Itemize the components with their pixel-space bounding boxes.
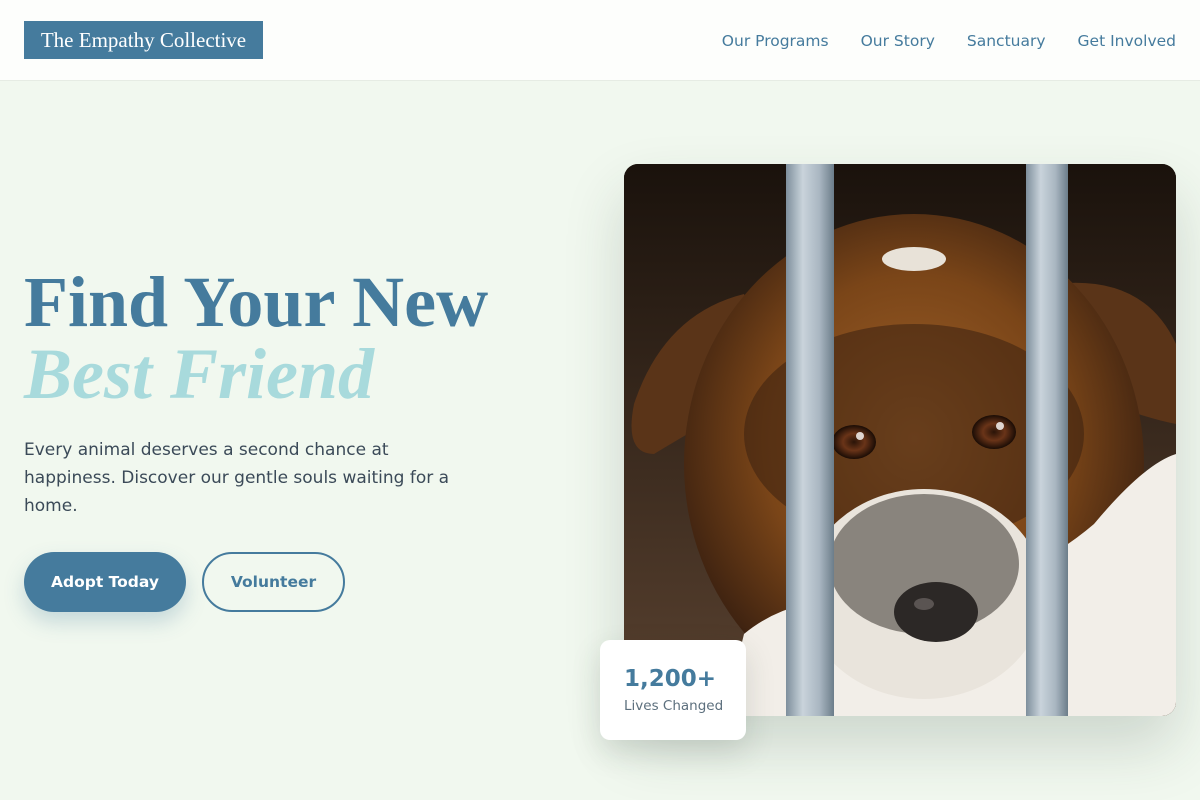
nav-link-sanctuary[interactable]: Sanctuary xyxy=(967,30,1046,52)
hero-description: Every animal deserves a second chance at… xyxy=(24,440,450,516)
nav-link-our-programs[interactable]: Our Programs xyxy=(722,30,829,52)
dog-photo-illustration xyxy=(624,164,1176,716)
adopt-today-button[interactable]: Adopt Today xyxy=(24,552,186,612)
nav-link-our-story[interactable]: Our Story xyxy=(861,30,935,52)
site-logo[interactable]: The Empathy Collective xyxy=(24,21,263,59)
stat-label: Lives Changed xyxy=(624,698,724,714)
stat-card: 1,200+ Lives Changed xyxy=(600,640,746,740)
hero-title: Find Your New Best Friend xyxy=(24,266,584,410)
nav-link-get-involved[interactable]: Get Involved xyxy=(1078,30,1176,52)
main-nav: Our Programs Our Story Sanctuary Get Inv… xyxy=(722,30,1176,52)
hero-title-line-1: Find Your New xyxy=(24,262,489,342)
dog-behind-bars-photo xyxy=(624,164,1176,716)
stat-value: 1,200+ xyxy=(624,666,717,692)
hero-title-line-2: Best Friend xyxy=(24,334,375,414)
site-header: The Empathy Collective Our Programs Our … xyxy=(0,0,1200,81)
volunteer-button[interactable]: Volunteer xyxy=(202,552,345,612)
